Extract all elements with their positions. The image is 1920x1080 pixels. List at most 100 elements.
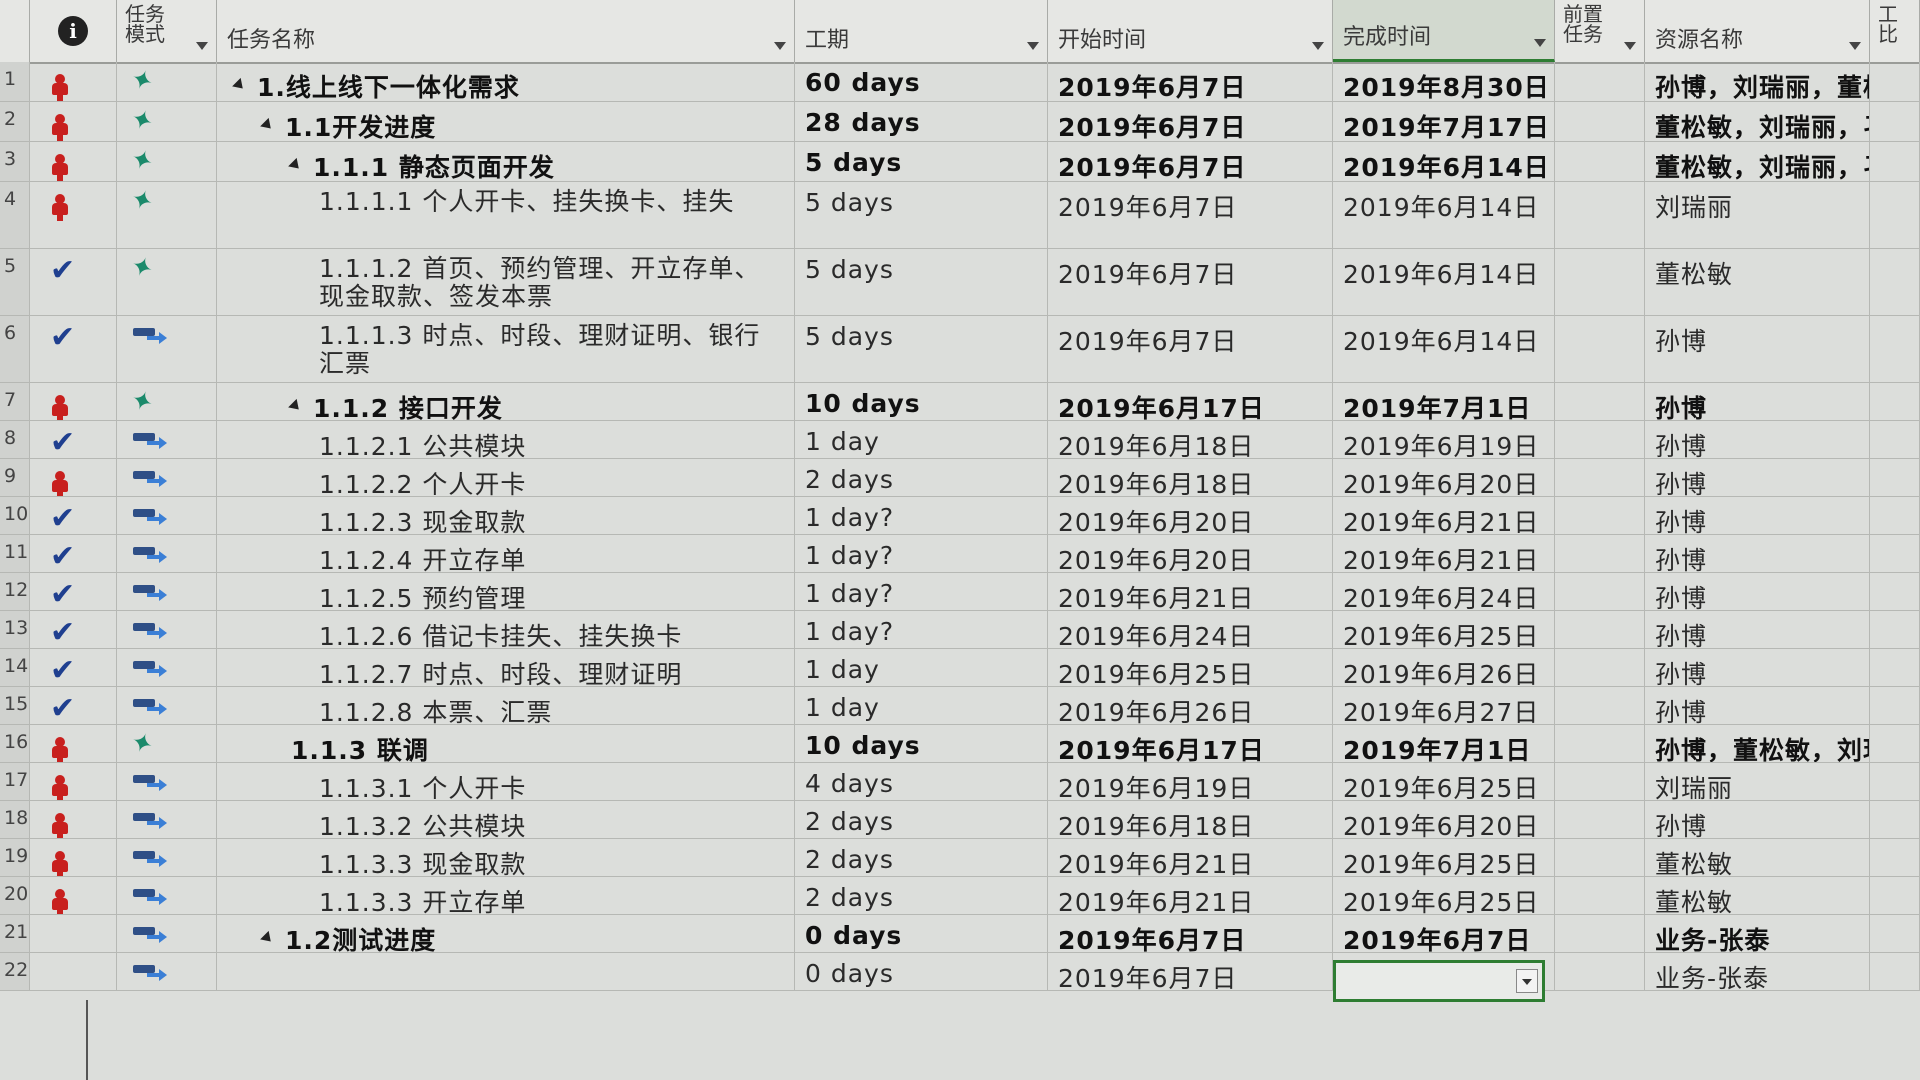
task-mode-cell[interactable]: [117, 459, 217, 496]
resource-cell[interactable]: 董松敏: [1645, 877, 1870, 914]
status-cell[interactable]: [30, 839, 117, 876]
task-mode-cell[interactable]: [117, 877, 217, 914]
task-mode-cell[interactable]: ✦: [117, 102, 217, 141]
predecessor-cell[interactable]: [1555, 102, 1645, 141]
start-date-cell[interactable]: 2019年6月20日: [1048, 497, 1333, 534]
row-number[interactable]: 11: [0, 535, 30, 572]
table-row[interactable]: 6 ✔ 1.1.1.3 时点、时段、理财证明、银行汇票 5 days 2019年6月7日…: [0, 316, 1920, 383]
extra-cell[interactable]: [1870, 459, 1920, 496]
task-mode-cell[interactable]: ✦: [117, 142, 217, 181]
finish-date-cell[interactable]: 2019年6月25日: [1333, 877, 1555, 914]
resource-cell[interactable]: 孙博: [1645, 573, 1870, 610]
task-mode-cell[interactable]: ✦: [117, 383, 217, 420]
row-number[interactable]: 4: [0, 182, 30, 248]
finish-date-cell[interactable]: 2019年6月26日: [1333, 649, 1555, 686]
duration-cell[interactable]: 0 days: [795, 953, 1048, 990]
resource-cell[interactable]: 孙博: [1645, 459, 1870, 496]
resource-cell[interactable]: 董松敏，刘瑞丽，孑: [1645, 102, 1870, 141]
table-row[interactable]: 18 1.1.3.2 公共模块 2 days 2019年6月18日 2019年6月20日…: [0, 801, 1920, 839]
chevron-down-icon[interactable]: [1849, 42, 1861, 50]
row-number[interactable]: 6: [0, 316, 30, 382]
extra-cell[interactable]: [1870, 316, 1920, 382]
row-number[interactable]: 1: [0, 62, 30, 101]
extra-cell[interactable]: [1870, 839, 1920, 876]
table-row[interactable]: 21 1.2测试进度 0 days 2019年6月7日 2019年6月7日 业务-张泰: [0, 915, 1920, 953]
finish-date-cell[interactable]: 2019年6月21日: [1333, 535, 1555, 572]
predecessor-cell[interactable]: [1555, 316, 1645, 382]
table-row[interactable]: 2 ✦ 1.1开发进度 28 days 2019年6月7日 2019年7月17日 董松敏，刘…: [0, 102, 1920, 142]
predecessor-cell[interactable]: [1555, 182, 1645, 248]
row-number[interactable]: 12: [0, 573, 30, 610]
finish-date-cell[interactable]: 2019年6月14日: [1333, 249, 1555, 315]
status-cell[interactable]: [30, 459, 117, 496]
task-mode-cell[interactable]: [117, 687, 217, 724]
table-row[interactable]: 9 1.1.2.2 个人开卡 2 days 2019年6月18日 2019年6月20日 孙…: [0, 459, 1920, 497]
extra-cell[interactable]: [1870, 142, 1920, 181]
chevron-down-icon[interactable]: [196, 42, 208, 50]
start-date-cell[interactable]: 2019年6月24日: [1048, 611, 1333, 648]
start-date-cell[interactable]: 2019年6月17日: [1048, 725, 1333, 762]
predecessor-cell[interactable]: [1555, 459, 1645, 496]
table-row[interactable]: 10 ✔ 1.1.2.3 现金取款 1 day? 2019年6月20日 2019年6月21…: [0, 497, 1920, 535]
task-mode-cell[interactable]: ✦: [117, 182, 217, 248]
extra-cell[interactable]: [1870, 573, 1920, 610]
start-date-cell[interactable]: 2019年6月7日: [1048, 316, 1333, 382]
header-extra[interactable]: 工 比: [1870, 0, 1920, 62]
task-name-cell[interactable]: 1.1.1.1 个人开卡、挂失换卡、挂失: [217, 182, 795, 248]
extra-cell[interactable]: [1870, 611, 1920, 648]
header-start[interactable]: 开始时间: [1048, 0, 1333, 62]
duration-cell[interactable]: 10 days: [795, 383, 1048, 420]
predecessor-cell[interactable]: [1555, 573, 1645, 610]
table-row[interactable]: 11 ✔ 1.1.2.4 开立存单 1 day? 2019年6月20日 2019年6月21…: [0, 535, 1920, 573]
extra-cell[interactable]: [1870, 649, 1920, 686]
task-name-cell[interactable]: 1.1.2.6 借记卡挂失、挂失换卡: [217, 611, 795, 648]
row-number[interactable]: 7: [0, 383, 30, 420]
start-date-cell[interactable]: 2019年6月18日: [1048, 421, 1333, 458]
start-date-cell[interactable]: 2019年6月25日: [1048, 649, 1333, 686]
extra-cell[interactable]: [1870, 953, 1920, 990]
status-cell[interactable]: [30, 915, 117, 952]
duration-cell[interactable]: 1 day?: [795, 611, 1048, 648]
extra-cell[interactable]: [1870, 801, 1920, 838]
duration-cell[interactable]: 1 day?: [795, 573, 1048, 610]
duration-cell[interactable]: 10 days: [795, 725, 1048, 762]
finish-date-cell[interactable]: 2019年6月24日: [1333, 573, 1555, 610]
row-number[interactable]: 21: [0, 915, 30, 952]
header-predecessor[interactable]: 前置 任务: [1555, 0, 1645, 62]
task-mode-cell[interactable]: [117, 763, 217, 800]
task-mode-cell[interactable]: [117, 421, 217, 458]
status-cell[interactable]: [30, 383, 117, 420]
duration-cell[interactable]: 5 days: [795, 316, 1048, 382]
resource-cell[interactable]: 董松敏，刘瑞丽，孑: [1645, 142, 1870, 181]
predecessor-cell[interactable]: [1555, 839, 1645, 876]
status-cell[interactable]: [30, 763, 117, 800]
task-name-cell[interactable]: 1.1.2.7 时点、时段、理财证明: [217, 649, 795, 686]
status-cell[interactable]: ✔: [30, 687, 117, 724]
task-mode-cell[interactable]: ✦: [117, 725, 217, 762]
finish-date-cell[interactable]: 2019年6月7日: [1333, 915, 1555, 952]
table-row[interactable]: 16 ✦ 1.1.3 联调 10 days 2019年6月17日 2019年7月1日 孙博，…: [0, 725, 1920, 763]
resource-cell[interactable]: 孙博: [1645, 801, 1870, 838]
status-cell[interactable]: [30, 801, 117, 838]
resource-cell[interactable]: 孙博: [1645, 421, 1870, 458]
table-row[interactable]: 3 ✦ 1.1.1 静态页面开发 5 days 2019年6月7日 2019年6月14日 董…: [0, 142, 1920, 182]
duration-cell[interactable]: 1 day: [795, 687, 1048, 724]
table-row[interactable]: 12 ✔ 1.1.2.5 预约管理 1 day? 2019年6月21日 2019年6月24…: [0, 573, 1920, 611]
task-name-cell[interactable]: 1.1.1.3 时点、时段、理财证明、银行汇票: [217, 316, 795, 382]
row-number[interactable]: 16: [0, 725, 30, 762]
extra-cell[interactable]: [1870, 421, 1920, 458]
status-cell[interactable]: ✔: [30, 535, 117, 572]
task-mode-cell[interactable]: [117, 535, 217, 572]
duration-cell[interactable]: 1 day?: [795, 497, 1048, 534]
finish-date-cell[interactable]: 2019年7月1日: [1333, 725, 1555, 762]
task-mode-cell[interactable]: ✦: [117, 62, 217, 101]
task-name-cell[interactable]: 1.1.3.3 现金取款: [217, 839, 795, 876]
row-number[interactable]: 5: [0, 249, 30, 315]
extra-cell[interactable]: [1870, 497, 1920, 534]
extra-cell[interactable]: [1870, 249, 1920, 315]
start-date-cell[interactable]: 2019年6月7日: [1048, 915, 1333, 952]
predecessor-cell[interactable]: [1555, 687, 1645, 724]
start-date-cell[interactable]: 2019年6月7日: [1048, 102, 1333, 141]
resource-cell[interactable]: 业务-张泰: [1645, 953, 1870, 990]
predecessor-cell[interactable]: [1555, 383, 1645, 420]
